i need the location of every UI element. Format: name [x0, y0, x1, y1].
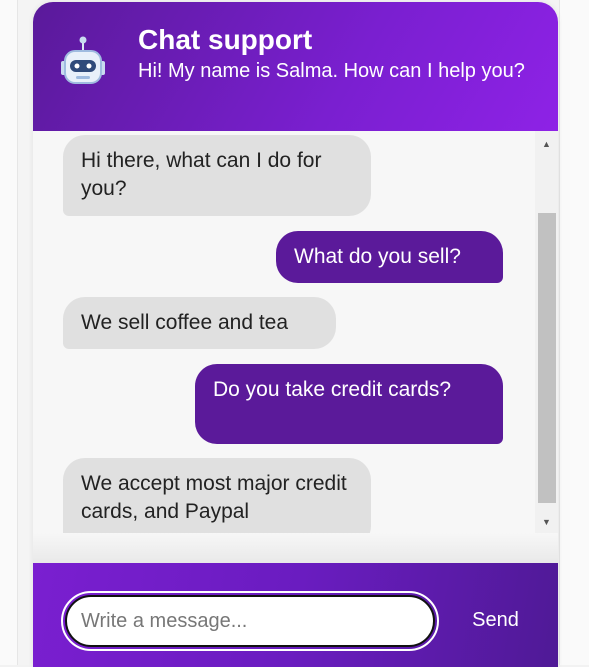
chat-widget: Chat support Hi! My name is Salma. How c…	[33, 2, 558, 667]
user-message: Do you take credit cards?	[195, 364, 503, 444]
robot-icon	[61, 36, 105, 84]
user-message: What do you sell?	[276, 231, 503, 283]
chat-header: Chat support Hi! My name is Salma. How c…	[33, 2, 558, 131]
bot-message: Hi there, what can I do for you?	[63, 135, 371, 216]
scroll-down-arrow-icon[interactable]: ▼	[535, 513, 558, 531]
bot-message: We sell coffee and tea	[63, 297, 336, 349]
scroll-up-arrow-icon[interactable]: ▲	[535, 135, 558, 153]
composer-divider	[33, 533, 558, 563]
message-input-wrapper	[61, 591, 439, 651]
send-button[interactable]: Send	[453, 605, 538, 635]
bot-message: We accept most major credit cards, and P…	[63, 458, 371, 533]
message-list: Hi there, what can I do for you? What do…	[33, 131, 533, 533]
message-scrollbar[interactable]: ▲ ▼	[535, 131, 558, 533]
message-input[interactable]	[65, 595, 435, 647]
message-composer: Send	[33, 563, 558, 667]
chat-subtitle: Hi! My name is Salma. How can I help you…	[138, 60, 525, 82]
page-edge-right	[559, 0, 589, 665]
chat-title: Chat support	[138, 24, 313, 55]
page-edge-left	[0, 0, 18, 665]
scrollbar-thumb[interactable]	[538, 213, 556, 503]
